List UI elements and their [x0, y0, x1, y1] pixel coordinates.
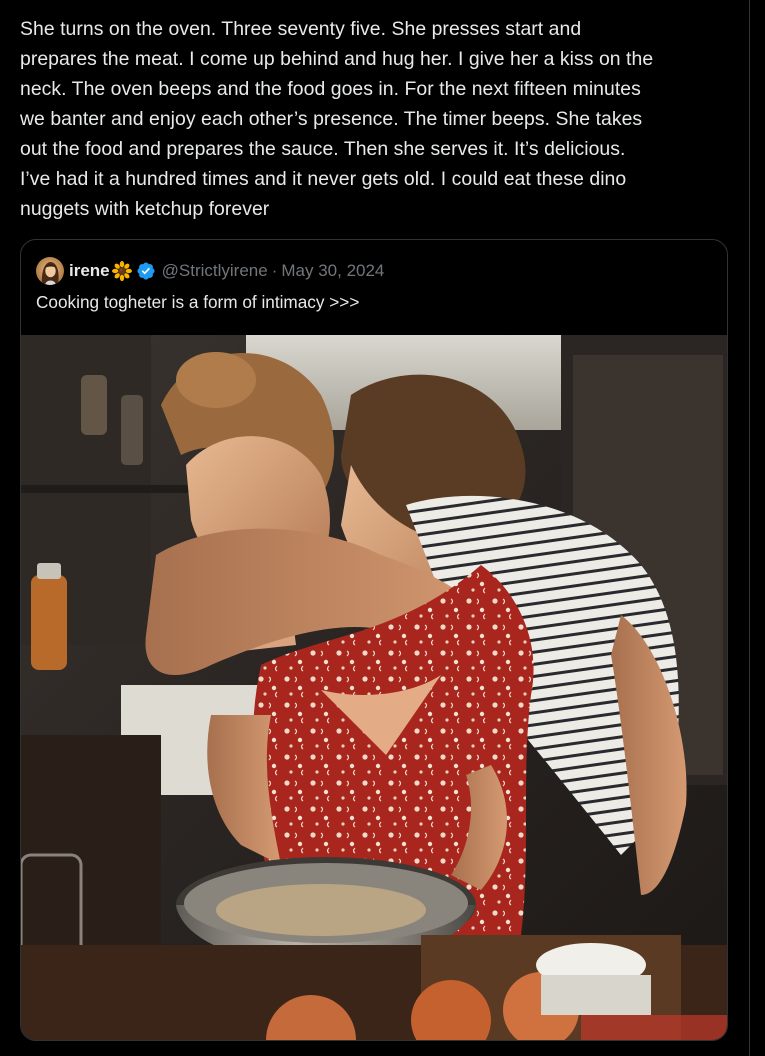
separator-dot: ·	[271, 261, 278, 280]
post-date[interactable]: May 30, 2024	[281, 261, 384, 281]
tweet-text: She turns on the oven. Three seventy fiv…	[20, 18, 654, 220]
couple-cooking-photo[interactable]	[21, 335, 727, 1040]
quoted-tweet-header: irene @Strictlyirene · May 30, 2024	[36, 257, 384, 285]
author-name[interactable]: irene	[69, 261, 110, 281]
verified-badge-icon	[136, 261, 156, 281]
avatar[interactable]	[36, 257, 64, 285]
quoted-tweet-card[interactable]: irene @Strictlyirene · May 30, 2024 Cook…	[20, 239, 728, 1041]
quoted-tweet-text: Cooking togheter is a form of intimacy >…	[36, 292, 360, 312]
author-handle[interactable]: @Strictlyirene	[162, 261, 268, 281]
timeline-divider	[749, 0, 750, 1056]
sunflower-icon	[111, 261, 132, 281]
